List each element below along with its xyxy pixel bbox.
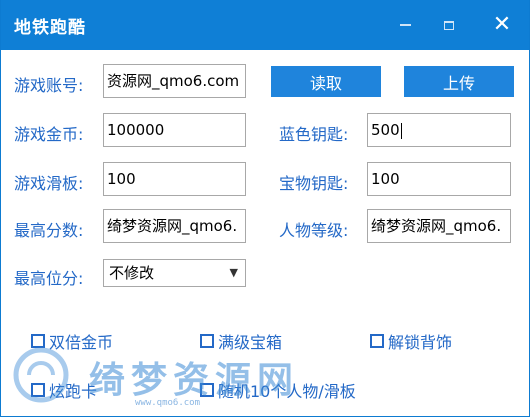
maximize-button[interactable] [427, 0, 471, 50]
chevron-down-icon: ▼ [229, 266, 238, 279]
title-bar[interactable]: 地铁跑酷 ✕ [1, 0, 529, 50]
random-characters-checkbox[interactable]: 随机10个人物/滑板 [200, 378, 356, 402]
unlock-backpack-checkbox[interactable]: 解锁背饰 [370, 329, 452, 353]
account-label: 游戏账号: [14, 76, 84, 95]
upload-button[interactable]: 上传 [404, 66, 514, 97]
board-input[interactable]: 100 [103, 162, 246, 196]
blue-key-input[interactable]: 500 [367, 113, 511, 147]
highscore-label: 最高分数: [14, 221, 84, 240]
checkbox-label: 双倍金币 [49, 333, 114, 352]
text-caret [400, 122, 402, 139]
double-coins-checkbox[interactable]: 双倍金币 [31, 329, 113, 353]
highscore-input[interactable]: 绮梦资源网_qmo6. [103, 209, 246, 243]
char-level-label: 人物等级: [279, 221, 349, 240]
highrank-label: 最高位分: [14, 269, 84, 288]
coins-input[interactable]: 100000 [103, 113, 246, 147]
maximize-icon [444, 20, 454, 30]
checkbox-box [31, 334, 45, 348]
treasure-key-input[interactable]: 100 [367, 162, 511, 196]
read-button[interactable]: 读取 [271, 66, 381, 97]
close-icon: ✕ [492, 12, 512, 37]
close-button[interactable]: ✕ [479, 0, 525, 50]
checkbox-label: 解锁背饰 [388, 333, 453, 352]
minimize-icon [399, 24, 411, 26]
max-chest-checkbox[interactable]: 满级宝箱 [200, 329, 282, 353]
window-title: 地铁跑酷 [14, 18, 86, 38]
checkbox-box [200, 334, 214, 348]
board-label: 游戏滑板: [14, 174, 84, 193]
run-card-checkbox[interactable]: 炫跑卡 [31, 378, 97, 402]
blue-key-value: 500 [371, 121, 400, 139]
account-input[interactable]: 资源网_qmo6.com [103, 64, 246, 98]
watermark-url: www.qmo6.com [135, 398, 201, 408]
checkbox-label: 满级宝箱 [218, 333, 283, 352]
highrank-selected-value: 不修改 [109, 264, 155, 282]
coins-label: 游戏金币: [14, 125, 84, 144]
checkbox-box [31, 383, 45, 397]
treasure-key-label: 宝物钥匙: [279, 174, 349, 193]
checkbox-box [200, 383, 214, 397]
blue-key-label: 蓝色钥匙: [279, 125, 349, 144]
checkbox-label: 随机10个人物/滑板 [218, 382, 356, 401]
char-level-input[interactable]: 绮梦资源网_qmo6. [367, 209, 511, 243]
checkbox-box [370, 334, 384, 348]
minimize-button[interactable] [383, 0, 427, 50]
app-window: 地铁跑酷 ✕ 游戏账号: 资源网_qmo6.com 读取 上传 游戏金币: 10… [0, 0, 530, 417]
checkbox-label: 炫跑卡 [49, 382, 98, 401]
highrank-select[interactable]: 不修改 ▼ [103, 259, 246, 287]
